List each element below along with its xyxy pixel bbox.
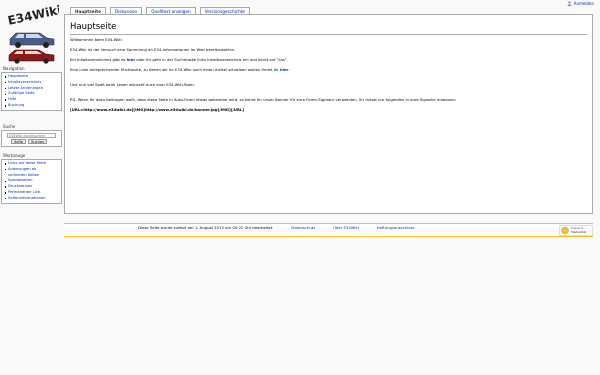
navigation-heading: Navigation — [3, 66, 25, 71]
tool-page-info[interactable]: Seiteninformationen — [4, 196, 59, 202]
toc-link[interactable]: hier — [127, 57, 135, 62]
page-title: Hauptseite — [70, 22, 587, 35]
go-button[interactable]: Seite — [11, 139, 27, 144]
banner-code: [URL=http://www.e34wiki.de][IMG]http://w… — [70, 107, 245, 112]
nav-item-booking[interactable]: Buchung — [4, 103, 59, 109]
svg-text:MediaWiki: MediaWiki — [571, 230, 586, 234]
logo-text: E34Wiki — [6, 4, 59, 28]
wanted-text: Eine Liste entsprechender Stichworte, zu… — [70, 67, 290, 72]
powered-by-mediawiki-badge[interactable]: Powered by MediaWiki — [559, 225, 593, 236]
red-car-image — [8, 49, 55, 64]
site-logo[interactable]: E34Wiki — [4, 4, 59, 64]
personal-tools: Anmelden — [567, 1, 594, 6]
login-link[interactable]: Anmelden — [574, 1, 594, 6]
footer-about-link[interactable]: Über E34Wiki — [333, 225, 359, 230]
footer-privacy-link[interactable]: Datenschutz — [291, 225, 315, 230]
search-portlet: Suche Seite Suchen — [1, 124, 62, 147]
search-input[interactable] — [7, 133, 56, 138]
intro-text: E34-Wiki ist der Versuch eine Sammlung a… — [70, 47, 236, 52]
toolbox-heading: Werkzeuge — [3, 153, 26, 158]
ps-text: P.S. Wenn Ihr dazu beitragen wollt, dass… — [70, 97, 457, 102]
footer: Diese Seite wurde zuletzt am 1. August 2… — [64, 223, 593, 237]
footer-disclaimer-link[interactable]: Haftungsausschluss — [377, 225, 415, 230]
toc-text: Ein Inhaltsverzeichnis gibt es hier oder… — [70, 57, 288, 62]
navigation-portlet: Navigation Hauptseite Inhaltsverzeichnis… — [1, 66, 62, 111]
search-button[interactable]: Suchen — [28, 139, 48, 144]
welcome-text: Willkommen beim E34-Wiki — [70, 37, 122, 42]
footer-lastmod: Diese Seite wurde zuletzt am 1. August 2… — [138, 225, 274, 230]
search-heading: Suche — [3, 124, 16, 129]
greeting-text: Und nun viel Spaß beim Lesen wünscht euc… — [70, 82, 195, 87]
main-content: Hauptseite Willkommen beim E34-Wiki E34-… — [64, 14, 593, 214]
tool-related-changes[interactable]: Änderungen an verlinkten Seiten — [4, 167, 59, 179]
user-icon — [567, 1, 572, 6]
blue-car-image — [9, 32, 55, 48]
toolbox-portlet: Werkzeuge Links auf diese Seite Änderung… — [1, 153, 62, 204]
